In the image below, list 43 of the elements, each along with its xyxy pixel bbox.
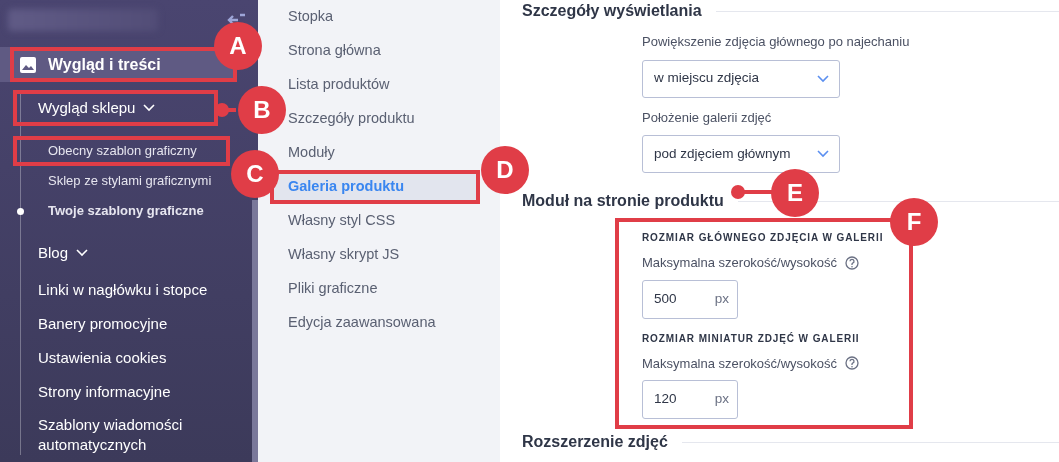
field-label: Maksymalna szerokość/wysokość: [642, 254, 838, 272]
section-heading: Szczegóły wyświetlania: [522, 1, 702, 21]
subheading: ROZMIAR MINIATUR ZDJĘĆ W GALERII: [642, 331, 860, 346]
chevron-down-icon: [817, 74, 829, 83]
number-field[interactable]: 120 px: [642, 380, 738, 419]
nav-item[interactable]: Banery promocyjne: [21, 307, 168, 341]
nav-item[interactable]: Ustawienia cookies: [21, 341, 167, 375]
submenu-item[interactable]: Pliki graficzne: [288, 272, 378, 306]
section-heading: Moduł na stronie produktu: [522, 191, 724, 211]
callout-badge: D: [481, 146, 529, 194]
scrollbar[interactable]: [252, 200, 258, 462]
image-icon: [20, 56, 36, 73]
submenu-item[interactable]: Własny styl CSS: [288, 204, 396, 238]
submenu-item[interactable]: Lista produktów: [288, 68, 390, 102]
help-icon: [845, 255, 860, 270]
subheading: ROZMIAR GŁÓWNEGO ZDJĘCIA W GALERII: [642, 230, 884, 245]
field-label: Powiększenie zdjęcia głównego po najechaniu: [642, 33, 910, 51]
submenu-item[interactable]: Moduły: [288, 136, 335, 170]
select-field[interactable]: w miejscu zdjęcia: [642, 59, 840, 98]
chevron-down-icon: [76, 249, 89, 257]
submenu-item[interactable]: Edycja zaawansowana: [288, 306, 436, 340]
nav-item[interactable]: Linki w nagłówku i stopce: [21, 273, 208, 307]
chevron-down-icon: [143, 104, 156, 112]
callout-badge: E: [771, 169, 819, 217]
field-label: Położenie galerii zdjęć: [642, 108, 772, 127]
nav-item[interactable]: Wygląd sklepu: [13, 90, 218, 126]
submenu-item[interactable]: Stopka: [288, 0, 334, 34]
nav-subitem[interactable]: Sklep ze stylami graficznymi: [21, 166, 212, 196]
number-field[interactable]: 500 px: [642, 279, 738, 319]
nav-subitem[interactable]: Obecny szablon graficzny: [13, 136, 230, 166]
field-label: Maksymalna szerokość/wysokość: [642, 354, 838, 373]
submenu-item[interactable]: Własny skrypt JS: [288, 238, 400, 272]
callout-badge: F: [890, 198, 938, 246]
nav-item[interactable]: Blog: [21, 235, 89, 271]
chevron-down-icon: [817, 150, 829, 158]
nav-item[interactable]: Szablony wiadomości automatycznych: [21, 409, 231, 455]
help-icon: [845, 356, 860, 371]
submenu-item[interactable]: Szczegóły produktu: [288, 102, 415, 136]
select-field[interactable]: pod zdjęciem głównym: [642, 135, 840, 173]
section-heading: Rozszerzenie zdjęć: [522, 432, 668, 452]
submenu-item[interactable]: Strona główna: [288, 34, 381, 68]
nav-item[interactable]: Strony informacyjne: [21, 375, 171, 409]
nav-subitem[interactable]: Twoje szablony graficzne: [21, 196, 204, 226]
